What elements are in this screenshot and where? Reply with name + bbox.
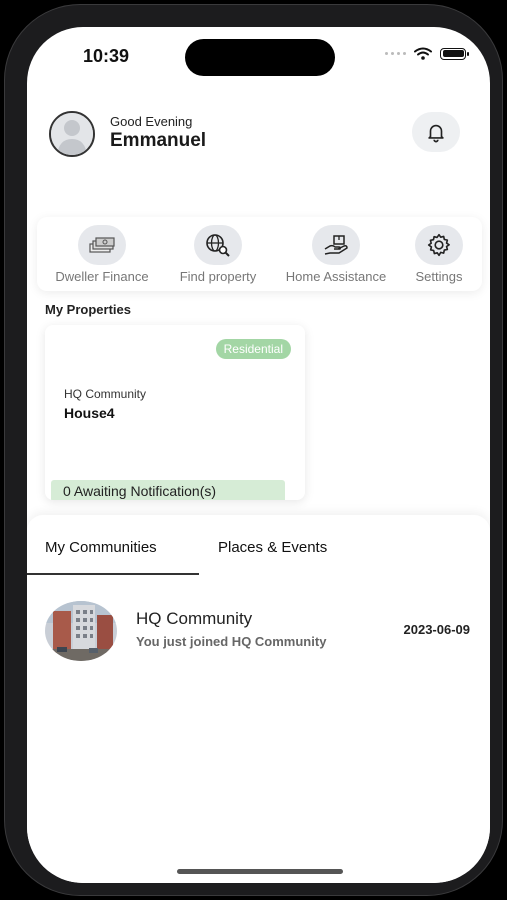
tab-my-communities[interactable]: My Communities — [45, 539, 157, 556]
community-avatar[interactable] — [45, 601, 117, 661]
home-assistance-button[interactable]: Home Assistance — [278, 225, 394, 284]
globe-search-icon — [206, 234, 230, 257]
gear-icon — [427, 233, 450, 257]
status-time: 10:39 — [83, 46, 130, 66]
action-label: Dweller Finance — [55, 269, 149, 284]
device-frame: 10:39 Good Evening Emmanuel Dweller Fina… — [4, 4, 503, 896]
wifi-icon — [414, 47, 432, 60]
notifications-button[interactable] — [412, 112, 460, 152]
active-tab-indicator — [27, 573, 199, 575]
property-community: HQ Community — [64, 387, 147, 401]
action-label: Settings — [415, 269, 463, 284]
action-label: Home Assistance — [285, 269, 387, 284]
my-properties-title: My Properties — [45, 302, 131, 317]
dweller-finance-button[interactable]: Dweller Finance — [47, 225, 157, 284]
awaiting-notifications[interactable]: 0 Awaiting Notification(s) — [51, 480, 285, 500]
dynamic-island — [185, 39, 335, 76]
hand-box-icon — [324, 235, 348, 255]
money-stack-icon — [89, 237, 115, 253]
community-message: You just joined HQ Community — [136, 634, 327, 649]
property-type-badge: Residential — [215, 339, 291, 359]
community-name[interactable]: HQ Community — [136, 609, 252, 629]
greeting-text: Good Evening — [110, 114, 193, 129]
home-indicator[interactable] — [177, 869, 343, 874]
cellular-signal-icon — [385, 52, 406, 55]
action-label: Find property — [179, 269, 257, 284]
app-screen: 10:39 Good Evening Emmanuel Dweller Fina… — [27, 27, 490, 883]
property-house-name: House4 — [64, 405, 115, 421]
property-card[interactable]: Residential HQ Community House4 0 Awaiti… — [45, 325, 305, 500]
user-avatar[interactable] — [49, 111, 95, 157]
settings-button[interactable]: Settings — [409, 225, 469, 284]
quick-actions-bar: Dweller Finance Find property Home Assis… — [37, 217, 482, 291]
person-icon — [51, 113, 93, 155]
bell-icon — [428, 124, 444, 143]
find-property-button[interactable]: Find property — [170, 225, 266, 284]
community-date: 2023-06-09 — [403, 622, 471, 637]
tab-places-events[interactable]: Places & Events — [218, 539, 327, 556]
battery-icon — [440, 47, 469, 60]
status-icons — [385, 47, 469, 60]
username: Emmanuel — [110, 130, 207, 151]
building-photo — [45, 601, 117, 661]
communities-panel: My Communities Places & Events HQ Commun… — [27, 515, 490, 883]
